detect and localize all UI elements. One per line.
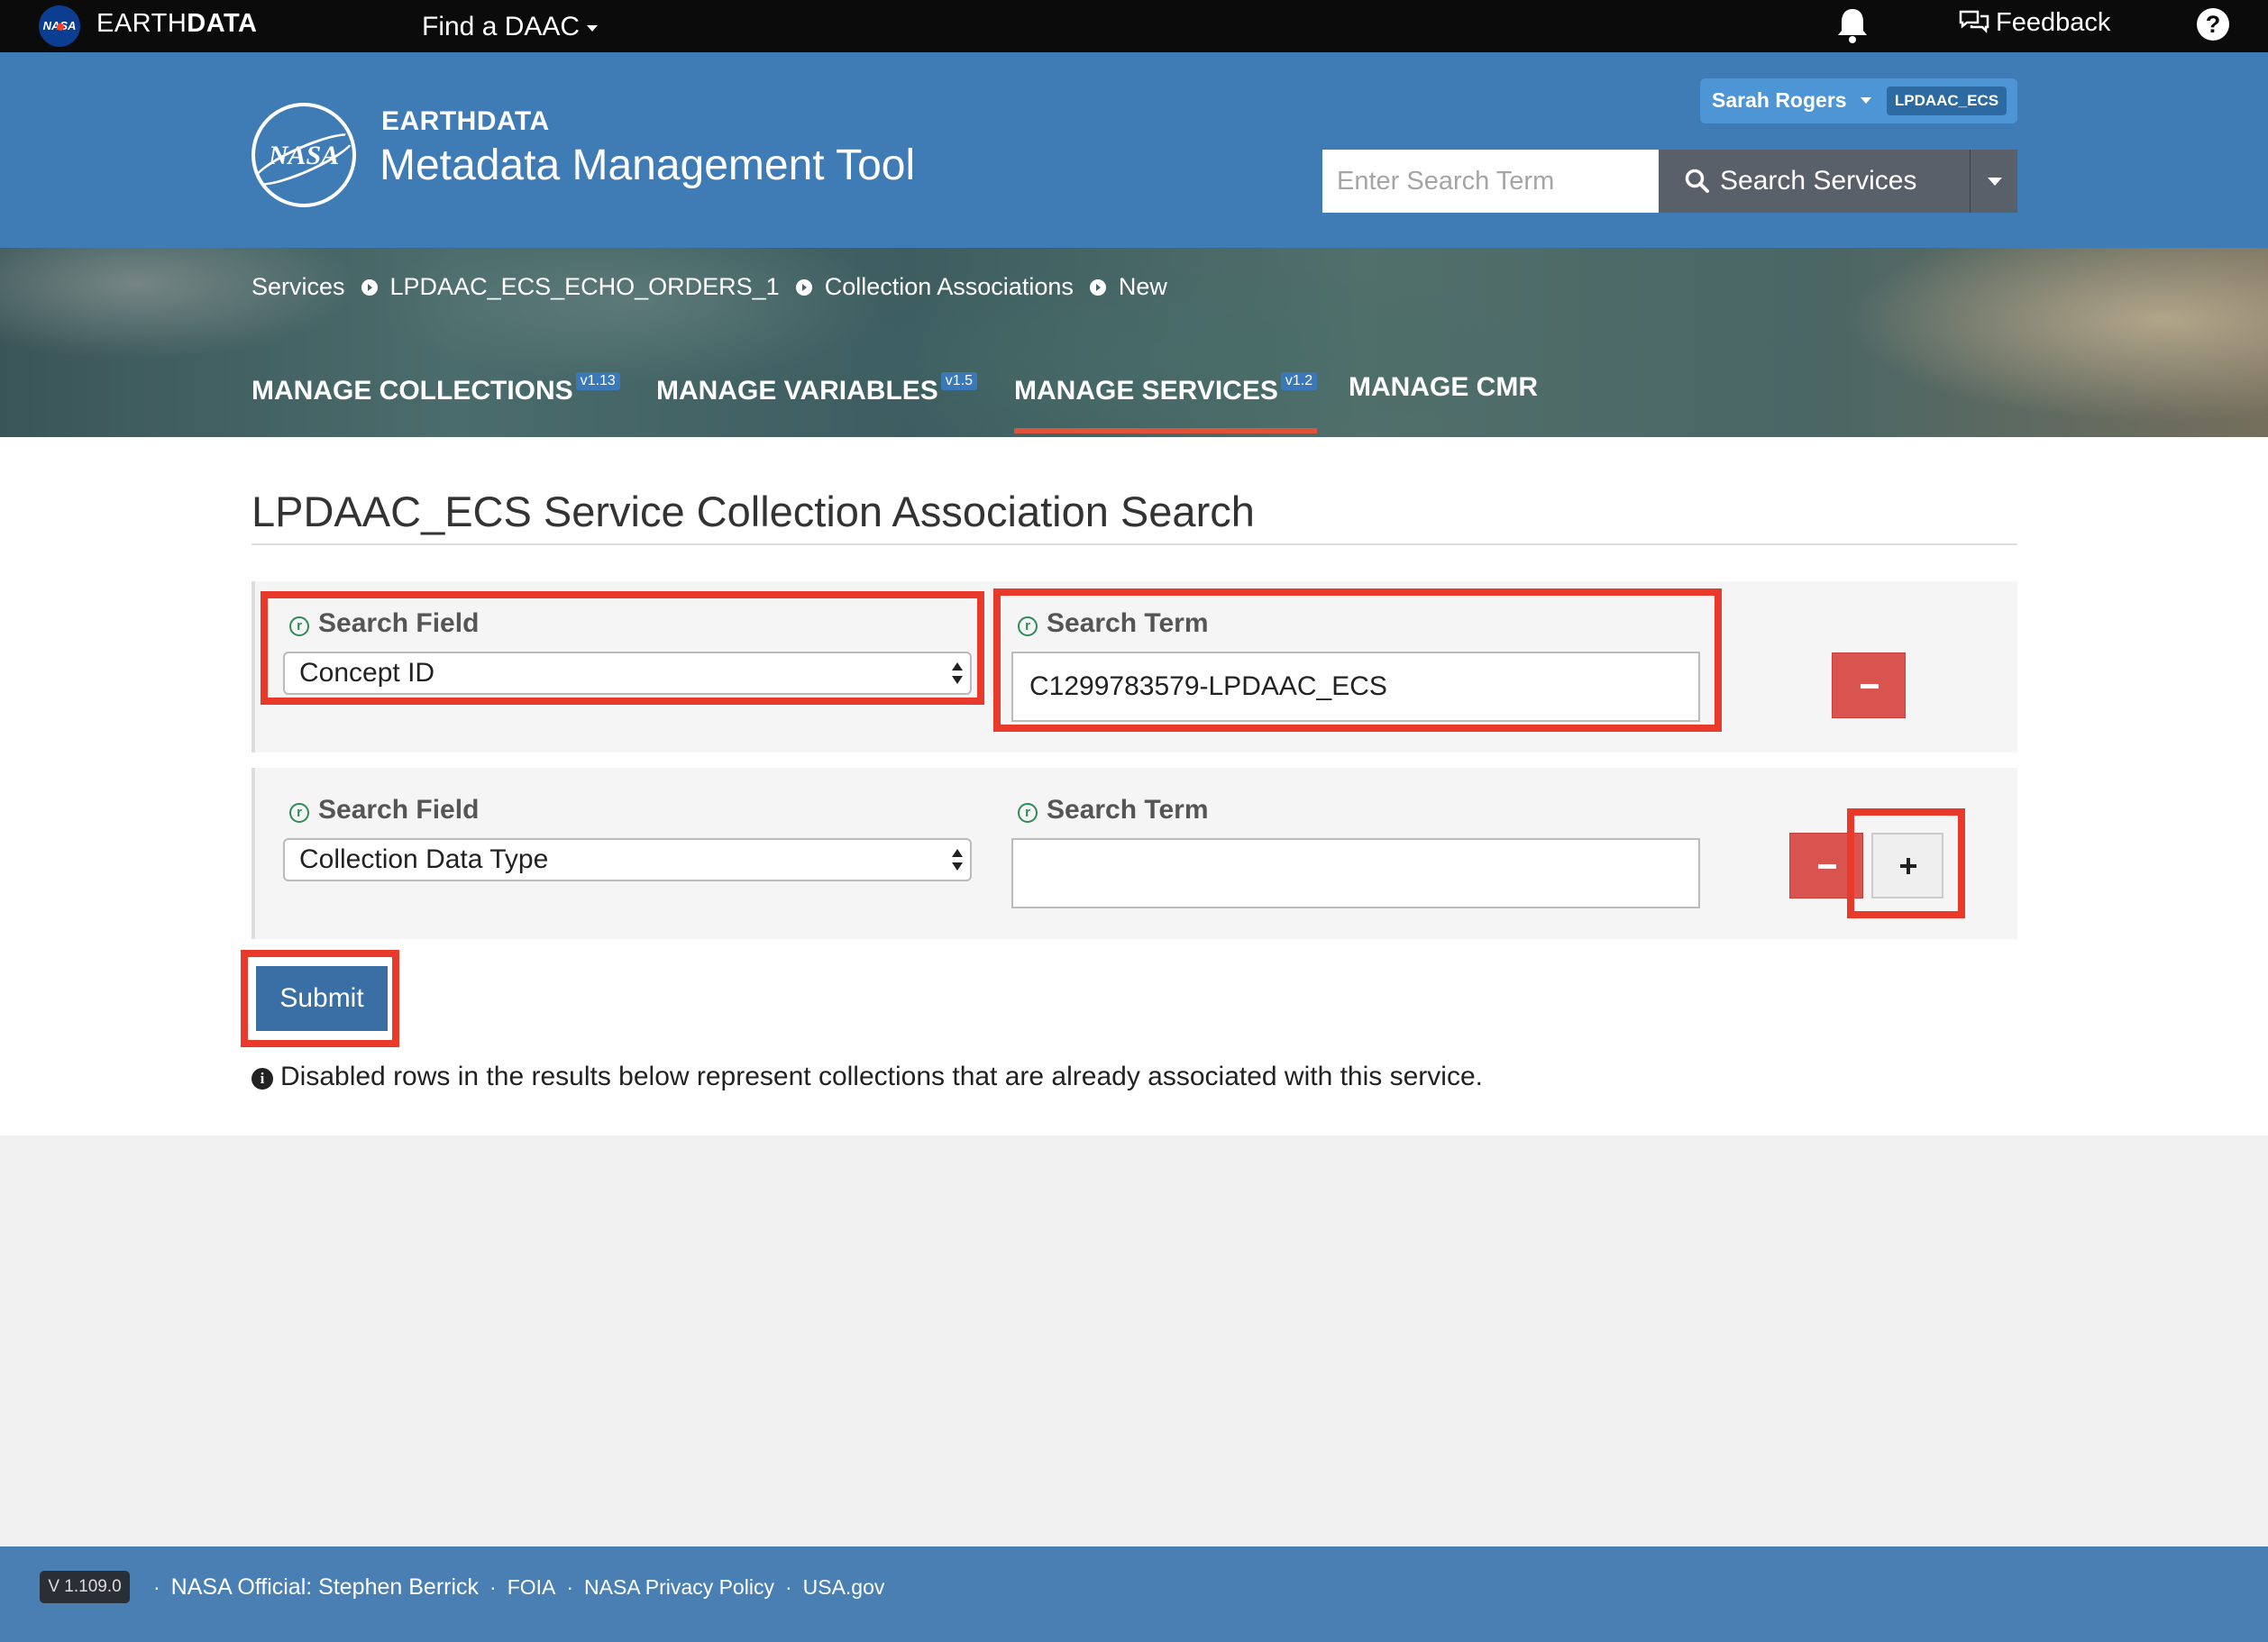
required-icon: r — [289, 616, 309, 636]
user-name: Sarah Rogers — [1712, 88, 1847, 112]
search-field-label: r Search Field — [289, 795, 479, 826]
info-icon: i — [251, 1068, 273, 1090]
breadcrumb-current: New — [1118, 273, 1167, 300]
app-org-label: EARTHDATA — [381, 106, 550, 136]
tab-manage-services[interactable]: MANAGE SERVICES v1.2 — [1014, 372, 1318, 433]
search-term-label: r Search Term — [1018, 608, 1209, 639]
search-term-input[interactable] — [1011, 838, 1700, 908]
select-arrows-icon — [952, 661, 963, 686]
remove-row-button[interactable] — [1789, 833, 1863, 899]
required-icon: r — [1018, 803, 1038, 823]
footer-links: · NASA Official: Stephen Berrick · FOIA · NAS… — [153, 1574, 885, 1600]
footer: V 1.109.0 · NASA Official: Stephen Berric… — [0, 1546, 2268, 1642]
nav-banner: Services LPDAAC_ECS_ECHO_ORDERS_1 Collecti… — [0, 248, 2268, 437]
tab-manage-cmr[interactable]: MANAGE CMR — [1349, 372, 1538, 403]
version-badge: v1.13 — [575, 372, 620, 390]
caret-down-icon — [587, 24, 599, 32]
main-content: LPDAAC_ECS Service Collection Associatio… — [0, 437, 2268, 1136]
breadcrumb-services[interactable]: Services — [251, 273, 345, 300]
app-header: NASA EARTHDATA Metadata Management Tool … — [0, 52, 2268, 248]
required-icon: r — [289, 803, 309, 823]
app-title[interactable]: Metadata Management Tool — [380, 141, 915, 190]
version-badge: V 1.109.0 — [40, 1571, 130, 1603]
search-type-dropdown[interactable] — [1970, 150, 2017, 213]
nasa-logo-icon[interactable]: NASA — [247, 103, 361, 207]
submit-button[interactable]: Submit — [256, 966, 388, 1031]
search-term-label: r Search Term — [1018, 795, 1209, 826]
add-row-button[interactable] — [1871, 833, 1943, 899]
earthdata-brand-link[interactable]: EARTHDATA — [96, 9, 258, 39]
tab-manage-collections[interactable]: MANAGE COLLECTIONS v1.13 — [251, 372, 620, 406]
nasa-meatball-icon[interactable]: NASA — [39, 5, 80, 47]
feedback-icon — [1959, 10, 1989, 34]
search-row: r Search Field Collection Data Type r Sear… — [251, 768, 2017, 939]
feedback-link[interactable]: Feedback — [1958, 8, 2110, 38]
header-search-input[interactable] — [1322, 150, 1659, 213]
breadcrumb-service[interactable]: LPDAAC_ECS_ECHO_ORDERS_1 — [390, 273, 780, 300]
chevron-right-icon — [1089, 279, 1106, 296]
search-term-input[interactable] — [1011, 652, 1700, 722]
search-field-label: r Search Field — [289, 608, 479, 639]
breadcrumb-collection-associations[interactable]: Collection Associations — [825, 273, 1074, 300]
search-icon — [1685, 169, 1709, 193]
search-services-button[interactable]: Search Services — [1659, 150, 1970, 213]
usa-gov-link[interactable]: USA.gov — [803, 1575, 885, 1599]
bell-icon[interactable] — [1834, 5, 1870, 45]
find-daac-dropdown[interactable]: Find a DAAC — [422, 12, 599, 42]
provider-badge[interactable]: LPDAAC_ECS — [1887, 87, 2007, 115]
tab-manage-variables[interactable]: MANAGE VARIABLES v1.5 — [656, 372, 978, 406]
chevron-right-icon — [361, 279, 378, 296]
version-badge: v1.5 — [940, 372, 978, 390]
nasa-official: NASA Official: Stephen Berrick — [170, 1574, 480, 1600]
search-field-select[interactable]: Collection Data Type — [283, 838, 972, 881]
caret-down-icon — [1861, 97, 1871, 104]
global-topbar: NASA EARTHDATA Find a DAAC Feedback ? — [0, 0, 2268, 52]
required-icon: r — [1018, 616, 1038, 636]
select-arrows-icon — [952, 847, 963, 872]
remove-row-button[interactable] — [1832, 652, 1906, 718]
breadcrumb: Services LPDAAC_ECS_ECHO_ORDERS_1 Collecti… — [251, 273, 1167, 301]
help-icon[interactable]: ? — [2197, 8, 2229, 41]
search-field-select[interactable]: Concept ID — [283, 652, 972, 695]
search-row: r Search Field Concept ID r Search Term — [251, 581, 2017, 753]
chevron-right-icon — [795, 279, 812, 296]
foia-link[interactable]: FOIA — [508, 1575, 556, 1599]
disabled-rows-note: i Disabled rows in the results below repr… — [251, 1062, 1483, 1092]
privacy-policy-link[interactable]: NASA Privacy Policy — [584, 1575, 774, 1599]
divider — [251, 543, 2017, 545]
user-menu[interactable]: Sarah Rogers LPDAAC_ECS — [1700, 78, 2017, 123]
page-title: LPDAAC_ECS Service Collection Associatio… — [251, 488, 1255, 535]
version-badge: v1.2 — [1280, 372, 1318, 390]
